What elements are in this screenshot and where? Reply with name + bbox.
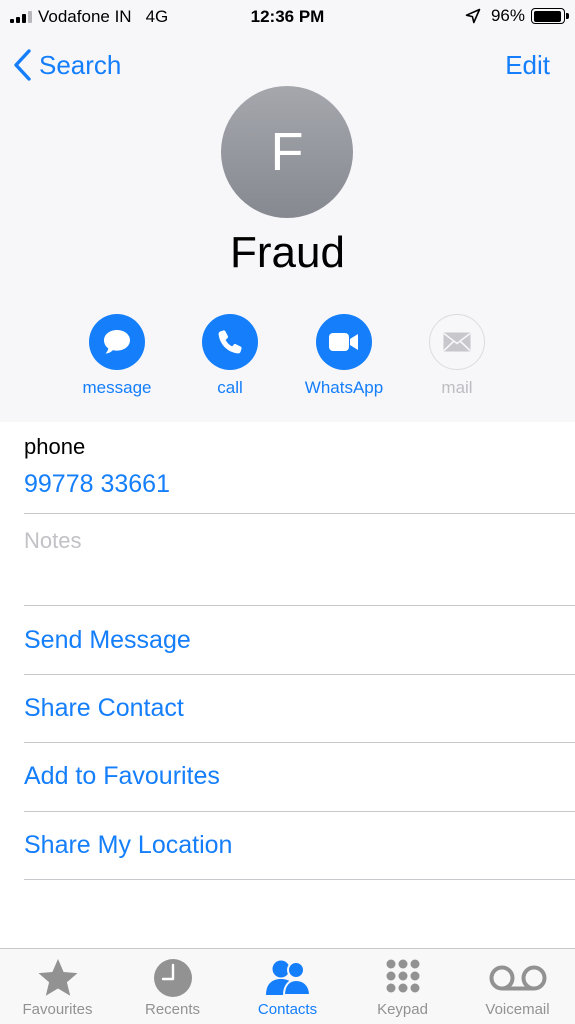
battery-fill [533,10,562,22]
mail-icon [443,332,471,352]
contacts-icon [265,960,311,996]
back-button[interactable]: Search [12,48,121,82]
divider [24,879,575,880]
battery-nub [566,13,569,19]
message-action-button[interactable]: message [57,314,177,398]
tab-keypad[interactable]: Keypad [345,957,460,1018]
tab-label: Contacts [257,1001,318,1018]
call-action-button[interactable]: call [170,314,290,398]
back-button-label: Search [39,49,122,80]
clock-icon [153,959,192,997]
add-to-favourites-option[interactable]: Add to Favourites [24,762,220,791]
tab-bar: Favourites Recents Contacts Keypad Voice… [0,948,575,1024]
tab-icon-wrap [0,957,115,999]
notes-field[interactable]: Notes [24,528,81,554]
send-message-option[interactable]: Send Message [24,626,191,655]
divider [24,513,575,514]
tab-icon-wrap [460,957,575,999]
call-action-label: call [217,378,243,397]
divider [24,605,575,606]
share-my-location-option[interactable]: Share My Location [24,831,232,860]
tab-contacts[interactable]: Contacts [230,957,345,1018]
edit-button[interactable]: Edit [505,50,550,81]
phone-field: phone 99778 33661 [24,434,575,514]
divider [24,811,575,812]
tab-icon-wrap [345,957,460,999]
tab-favourites[interactable]: Favourites [0,957,115,1018]
star-icon [38,959,77,996]
location-arrow-icon [465,8,481,24]
divider [24,742,575,743]
divider [24,674,575,675]
keypad-icon [386,959,419,993]
tab-recents[interactable]: Recents [115,957,230,1018]
contact-avatar: F [221,86,353,218]
phone-label: phone [24,434,86,459]
status-bar: Vodafone IN 4G 12:36 PM 96% [0,0,575,34]
video-icon [329,333,358,351]
battery-icon [531,8,569,24]
tab-icon-wrap [230,957,345,999]
message-action-label: message [82,378,152,397]
mail-action-button[interactable]: mail [397,314,517,398]
phone-number-link[interactable]: 99778 33661 [24,470,575,499]
battery-percentage: 96% [490,6,525,25]
quick-actions: message call WhatsApp mail [0,314,575,404]
whatsapp-action-button[interactable]: WhatsApp [284,314,404,398]
message-action-circle [89,314,145,370]
call-action-circle [202,314,258,370]
contact-name: Fraud [230,228,345,277]
avatar-initial: F [270,122,304,182]
tab-label: Voicemail [485,1001,550,1018]
mail-action-label: mail [441,378,473,397]
tab-label: Favourites [22,1001,93,1018]
mail-action-circle [429,314,485,370]
voicemail-icon [489,965,546,991]
share-contact-option[interactable]: Share Contact [24,694,184,723]
tab-icon-wrap [115,957,230,999]
chevron-left-icon [14,49,31,81]
tab-label: Keypad [377,1001,428,1018]
status-right: 96% [465,6,569,26]
tab-voicemail[interactable]: Voicemail [460,957,575,1018]
whatsapp-action-circle [316,314,372,370]
tab-label: Recents [144,1001,201,1018]
whatsapp-action-label: WhatsApp [304,378,384,397]
message-icon [104,330,130,354]
phone-icon [218,330,242,354]
